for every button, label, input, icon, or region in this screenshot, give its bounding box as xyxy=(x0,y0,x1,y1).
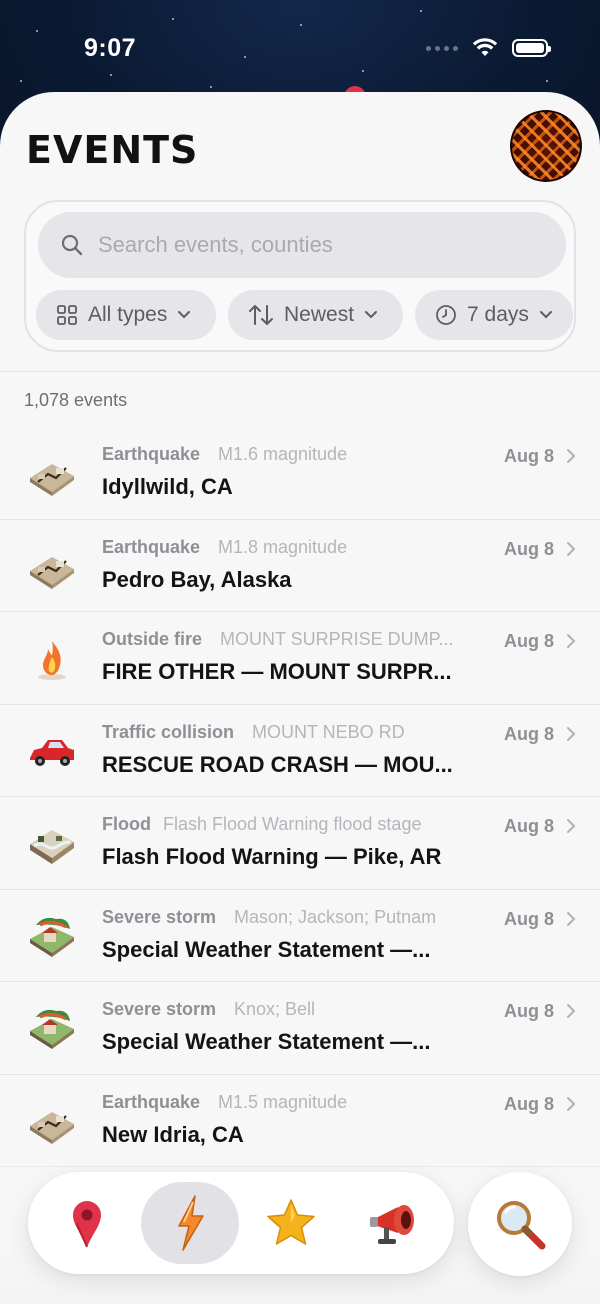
event-date: Aug 8 xyxy=(503,1001,554,1021)
sort-filter-chip[interactable]: Newest xyxy=(228,290,403,340)
search-button[interactable] xyxy=(468,1172,572,1276)
event-title: Special Weather Statement —... xyxy=(102,1029,431,1054)
event-row[interactable]: Flood Flash Flood Warning flood stage Fl… xyxy=(0,797,600,890)
event-row[interactable]: Earthquake M1.6 magnitude Idyllwild, CA … xyxy=(0,427,600,520)
chevron-down-icon xyxy=(178,311,191,319)
event-row[interactable]: Earthquake M1.8 magnitude Pedro Bay, Ala… xyxy=(0,520,600,612)
lightning-icon xyxy=(178,1195,204,1251)
search-icon xyxy=(61,234,83,256)
event-title: Pedro Bay, Alaska xyxy=(102,566,292,592)
search-filter-card: Search events, counties All types Newest xyxy=(24,200,576,352)
magnifier-icon xyxy=(497,1201,546,1250)
chevron-right-icon xyxy=(567,911,576,926)
tab-map[interactable] xyxy=(38,1182,136,1264)
tab-bar xyxy=(28,1172,454,1274)
search-input[interactable]: Search events, counties xyxy=(38,212,566,278)
event-type: Earthquake xyxy=(102,1091,201,1112)
event-type: Outside fire xyxy=(102,629,203,649)
event-date: Aug 8 xyxy=(503,723,554,744)
event-title: Flash Flood Warning — Pike, AR xyxy=(102,844,442,869)
storm-icon xyxy=(26,1003,78,1055)
event-date: Aug 8 xyxy=(503,446,554,466)
cellular-icon xyxy=(426,45,458,51)
tab-events[interactable] xyxy=(141,1182,239,1264)
chevron-right-icon xyxy=(567,634,576,648)
event-detail: Mason; Jackson; Putnam xyxy=(234,906,437,927)
range-filter-chip[interactable]: 7 days xyxy=(415,290,573,340)
map-pin-icon xyxy=(73,1201,101,1248)
event-detail: M1.8 magnitude xyxy=(218,536,348,557)
divider xyxy=(0,371,600,372)
event-detail: MOUNT NEBO RD xyxy=(252,721,405,742)
event-type: Earthquake xyxy=(102,444,201,464)
wifi-icon xyxy=(472,38,498,56)
event-type: Traffic collision xyxy=(102,721,235,742)
event-type: Severe storm xyxy=(102,999,217,1019)
event-title: New Idria, CA xyxy=(102,1121,244,1147)
type-filter-chip[interactable]: All types xyxy=(36,290,216,340)
chevron-down-icon xyxy=(365,311,378,319)
status-time: 9:07 xyxy=(84,34,137,62)
event-row[interactable]: Traffic collision MOUNT NEBO RD RESCUE R… xyxy=(0,705,600,797)
megaphone-icon xyxy=(370,1205,414,1244)
chevron-right-icon xyxy=(567,726,576,741)
tab-favorites[interactable] xyxy=(242,1182,340,1264)
filter-row: All types Newest 7 days xyxy=(36,290,573,340)
event-title: Idyllwild, CA xyxy=(102,474,233,499)
event-detail: M1.6 magnitude xyxy=(218,444,348,464)
event-date: Aug 8 xyxy=(503,908,554,929)
event-type: Flood xyxy=(102,814,151,834)
storm-icon xyxy=(26,911,78,963)
chevron-down-icon xyxy=(539,311,552,319)
status-icons xyxy=(426,38,551,58)
battery-icon xyxy=(512,39,551,57)
range-filter-label: 7 days xyxy=(467,303,529,326)
clock-icon xyxy=(436,305,456,325)
search-placeholder: Search events, counties xyxy=(98,232,333,257)
event-list: Earthquake M1.6 magnitude Idyllwild, CA … xyxy=(0,427,600,1167)
star-icon xyxy=(267,1199,315,1245)
event-detail: M1.5 magnitude xyxy=(218,1091,348,1112)
event-type: Earthquake xyxy=(102,536,201,557)
tab-alerts[interactable] xyxy=(346,1182,444,1264)
chevron-right-icon xyxy=(567,1004,576,1018)
event-count: 1,078 events xyxy=(24,390,128,410)
chevron-right-icon xyxy=(567,541,576,556)
page-title: EVENTS xyxy=(26,128,199,172)
avatar[interactable] xyxy=(510,110,582,182)
fire-icon xyxy=(26,633,78,685)
event-type: Severe storm xyxy=(102,906,217,927)
chevron-right-icon xyxy=(567,449,576,463)
event-detail: Flash Flood Warning flood stage xyxy=(163,814,422,834)
earthquake-icon xyxy=(26,1096,78,1148)
event-date: Aug 8 xyxy=(503,816,554,836)
grid-icon xyxy=(57,305,77,325)
status-bar: 9:07 xyxy=(0,0,600,92)
car-crash-icon xyxy=(26,726,78,778)
event-date: Aug 8 xyxy=(503,538,554,559)
flood-icon xyxy=(26,818,78,870)
earthquake-icon xyxy=(26,448,78,500)
events-sheet: EVENTS Search events, counties All types xyxy=(0,92,600,1304)
event-date: Aug 8 xyxy=(503,631,554,651)
event-row[interactable]: Outside fire MOUNT SURPRISE DUMP... FIRE… xyxy=(0,612,600,705)
chevron-right-icon xyxy=(567,1096,576,1111)
event-title: RESCUE ROAD CRASH — MOU... xyxy=(102,751,453,777)
type-filter-label: All types xyxy=(88,303,168,326)
earthquake-icon xyxy=(26,541,78,593)
sort-filter-label: Newest xyxy=(284,303,355,326)
event-date: Aug 8 xyxy=(503,1093,554,1114)
sort-arrows-icon xyxy=(249,305,273,325)
event-row[interactable]: Severe storm Mason; Jackson; Putnam Spec… xyxy=(0,890,600,982)
event-detail: MOUNT SURPRISE DUMP... xyxy=(220,629,454,649)
event-title: FIRE OTHER — MOUNT SURPR... xyxy=(102,659,452,684)
chevron-right-icon xyxy=(567,819,576,833)
event-title: Special Weather Statement —... xyxy=(102,936,431,962)
event-detail: Knox; Bell xyxy=(234,999,316,1019)
event-row[interactable]: Severe storm Knox; Bell Special Weather … xyxy=(0,982,600,1075)
